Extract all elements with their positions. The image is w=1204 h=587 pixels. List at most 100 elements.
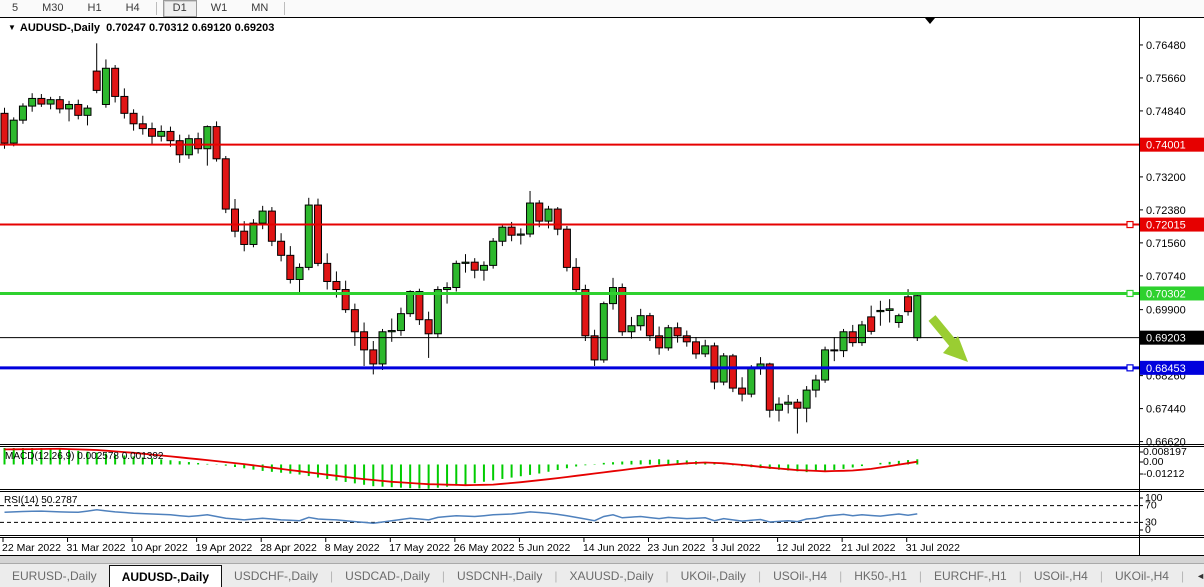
candle-body — [241, 231, 248, 244]
timeframe-button-d1[interactable]: D1 — [163, 0, 197, 17]
candle-body — [121, 96, 128, 113]
symbol-tab-usoil-h4[interactable]: USOil-,H4 — [761, 564, 839, 587]
price-tick-label: 0.74840 — [1146, 106, 1186, 118]
symbol-tab-audusd-daily[interactable]: AUDUSD-,Daily — [109, 565, 222, 587]
candle-body — [388, 331, 395, 332]
candle-body — [158, 131, 165, 136]
candle-body — [462, 262, 469, 263]
date-label: 22 Mar 2022 — [2, 542, 61, 554]
symbol-tab-ukoil-h4[interactable]: UKOil-,H4 — [1103, 564, 1181, 587]
candle-body — [480, 265, 487, 270]
date-label: 26 May 2022 — [454, 542, 515, 554]
price-tick-label: 0.70740 — [1146, 271, 1186, 283]
date-label: 28 Apr 2022 — [260, 542, 317, 554]
symbol-tab-eurchf-h1[interactable]: EURCHF-,H1 — [922, 564, 1019, 587]
candle-body — [886, 309, 893, 311]
candle-body — [628, 326, 635, 332]
candle-body — [379, 332, 386, 364]
symbol-tab-hk50-h1[interactable]: HK50-,H1 — [842, 564, 919, 587]
date-label: 12 Jul 2022 — [777, 542, 831, 554]
candle-body — [812, 380, 819, 390]
candle-body — [102, 68, 109, 104]
symbol-tab-xauusd-daily[interactable]: XAUUSD-,Daily — [557, 564, 665, 587]
price-tick-label: 0.69900 — [1146, 305, 1186, 317]
candle-body — [416, 292, 423, 320]
symbol-tab-usoil-h4[interactable]: USOil-,H4 — [1022, 564, 1100, 587]
candle-body — [702, 346, 709, 354]
candle-body — [84, 108, 91, 115]
price-tick-label: 0.71560 — [1146, 238, 1186, 250]
candle-body — [905, 297, 912, 312]
chart-title: ▼AUDUSD-,Daily 0.70247 0.70312 0.69120 0… — [8, 22, 274, 34]
candle-body — [425, 320, 432, 334]
candle-body — [10, 120, 17, 143]
candle-body — [868, 317, 875, 331]
rsi-axis-label: 70 — [1145, 500, 1157, 512]
symbol-tab-usdchf-daily[interactable]: USDCHF-,Daily — [222, 564, 330, 587]
macd-indicator-label: MACD(12,26,9) 0.002578 0.001392 — [5, 451, 163, 462]
hline-handle[interactable] — [1127, 290, 1133, 296]
hline-handle[interactable] — [1127, 365, 1133, 371]
price-badge-label: 0.70302 — [1146, 288, 1186, 300]
chart-title-ohlc: 0.70247 0.70312 0.69120 0.69203 — [106, 22, 274, 34]
price-tick-label: 0.75660 — [1146, 73, 1186, 85]
candle-body — [259, 211, 266, 223]
timeframe-button-h4[interactable]: H4 — [116, 0, 150, 17]
tab-scroll-left-icon[interactable]: ◄ — [1196, 571, 1204, 581]
candle-body — [222, 159, 229, 209]
candle-body — [895, 316, 902, 323]
candle-body — [582, 290, 589, 336]
timeframe-button-m30[interactable]: M30 — [32, 0, 73, 17]
timeframe-button-h1[interactable]: H1 — [78, 0, 112, 17]
symbol-dropdown-icon[interactable]: ▼ — [8, 23, 16, 32]
date-label: 31 Jul 2022 — [906, 542, 960, 554]
price-tick-label: 0.72380 — [1146, 205, 1186, 217]
candle-body — [278, 241, 285, 255]
candle-body — [563, 229, 570, 267]
hline-handle[interactable] — [1127, 222, 1133, 228]
candle-body — [545, 209, 552, 221]
timeframe-button-5[interactable]: 5 — [2, 0, 28, 17]
symbol-tab-eurusd-daily[interactable]: EURUSD-,Daily — [0, 564, 109, 587]
candle-body — [914, 296, 921, 338]
candle-body — [794, 402, 801, 408]
candle-body — [361, 332, 368, 350]
symbol-tab-usdcad-daily[interactable]: USDCAD-,Daily — [333, 564, 442, 587]
candle-body — [29, 98, 36, 106]
candle-body — [877, 310, 884, 311]
candle-body — [536, 203, 543, 221]
candle-body — [775, 404, 782, 410]
price-badge-label: 0.68453 — [1146, 363, 1186, 375]
symbol-tab-bar: EURUSD-,DailyAUDUSD-,DailyUSDCHF-,Daily|… — [0, 563, 1204, 587]
candle-body — [19, 106, 26, 120]
candle-body — [748, 368, 755, 394]
price-tick-label: 0.73200 — [1146, 172, 1186, 184]
candle-body — [693, 342, 700, 354]
candle-body — [351, 310, 358, 332]
candle-body — [47, 100, 54, 104]
symbol-tab-ukoil-daily[interactable]: UKOil-,Daily — [669, 564, 758, 587]
candle-body — [185, 139, 192, 155]
price-badge-label: 0.74001 — [1146, 140, 1186, 152]
price-tick-label: 0.76480 — [1146, 40, 1186, 52]
chart-canvas[interactable]: 0.76480 0.75660 0.74840 0.73200 0.72380 0.715… — [0, 17, 1204, 556]
candle-body — [573, 267, 580, 289]
candle-body — [822, 350, 829, 380]
candle-body — [729, 356, 736, 388]
date-label: 14 Jun 2022 — [583, 542, 641, 554]
candle-body — [397, 314, 404, 331]
candle-body — [1, 113, 8, 143]
candle-body — [444, 288, 451, 290]
candle-body — [527, 203, 534, 234]
toolbar-divider — [156, 2, 157, 15]
candle-body — [711, 346, 718, 382]
timeframe-button-mn[interactable]: MN — [241, 0, 278, 17]
candle-body — [287, 255, 294, 279]
symbol-tab-usdcnh-daily[interactable]: USDCNH-,Daily — [445, 564, 554, 587]
date-label: 21 Jul 2022 — [841, 542, 895, 554]
candle-body — [434, 290, 441, 334]
candle-body — [333, 281, 340, 289]
timeframe-button-w1[interactable]: W1 — [201, 0, 238, 17]
candle-body — [213, 127, 220, 159]
candle-body — [453, 263, 460, 287]
